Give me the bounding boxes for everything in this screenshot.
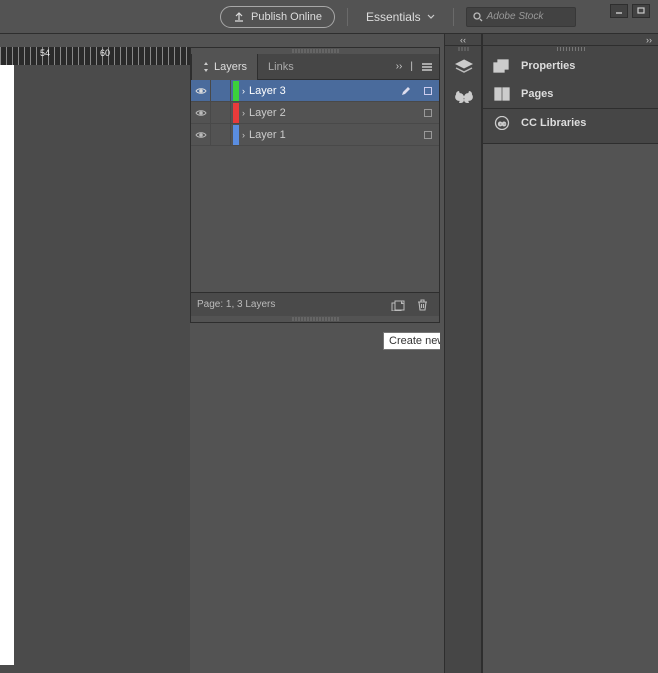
panel-label: Pages [521,88,553,100]
expand-panel-icon[interactable]: ›› [396,61,403,72]
lock-toggle[interactable] [211,124,231,145]
layers-panel: Layers Links ›› | › Layer 3 [190,47,440,323]
ruler-mark: 60 [100,48,110,58]
layer-color-chip [233,125,239,145]
dock-layers-button[interactable] [445,52,483,82]
maximize-button[interactable] [632,4,650,18]
ruler-ticks [0,47,190,65]
canvas-area[interactable] [0,65,190,673]
publish-label: Publish Online [251,11,322,23]
window-controls [610,4,650,18]
dock-collapse-toggle[interactable]: ‹‹ [445,34,481,46]
expand-toggle[interactable]: › [242,86,245,96]
panel-menu-icon[interactable] [421,62,433,72]
minimize-button[interactable] [610,4,628,18]
right-dock-collapse[interactable]: ›› [483,34,658,46]
expand-toggle[interactable]: › [242,130,245,140]
eye-icon [195,109,207,117]
selection-indicator[interactable] [417,109,439,117]
workspace-switcher[interactable]: Essentials [360,10,441,24]
selection-indicator[interactable] [417,87,439,95]
panel-label: CC Libraries [521,117,586,129]
chevron-down-icon [427,14,435,20]
top-menu-bar: Publish Online Essentials Adobe Stock [0,0,658,34]
visibility-toggle[interactable] [191,124,211,145]
layer-row[interactable]: › Layer 3 [191,80,439,102]
delete-layer-button[interactable] [411,296,433,314]
panel-item-properties[interactable]: Properties [483,52,658,80]
link-icon [455,91,473,103]
svg-text:cc: cc [498,121,506,128]
trash-icon [417,299,428,311]
panel-grip[interactable] [555,47,586,51]
layer-name[interactable]: Layer 2 [249,107,395,119]
panel-tab-bar: Layers Links ›› | [191,54,439,80]
upload-icon [233,11,245,23]
layers-icon [455,59,473,75]
search-placeholder: Adobe Stock [487,11,544,22]
layer-color-chip [233,103,239,123]
tab-label: Links [268,61,294,73]
layer-name[interactable]: Layer 3 [249,85,395,97]
panel-item-cc-libraries[interactable]: cc CC Libraries [483,109,658,137]
divider [453,8,454,26]
panel-grip[interactable] [457,47,469,51]
cc-libraries-icon: cc [493,116,511,130]
visibility-toggle[interactable] [191,80,211,101]
pages-icon [493,87,511,101]
right-panel-dock: ›› Properties Pages cc CC Libraries [482,34,658,144]
new-page-icon [391,299,405,311]
document-page[interactable] [0,65,14,665]
search-icon [473,12,483,22]
dock-links-button[interactable] [445,82,483,112]
tab-links[interactable]: Links [258,54,304,80]
right-dock-fill [482,144,658,673]
new-layer-button[interactable] [387,296,409,314]
lock-toggle[interactable] [211,80,231,101]
panel-tab-controls: ›› | [396,61,439,72]
panel-item-pages[interactable]: Pages [483,80,658,108]
expand-toggle[interactable]: › [242,108,245,118]
horizontal-ruler: 54 60 [0,47,190,65]
panel-grip[interactable] [291,317,339,321]
adobe-stock-search[interactable]: Adobe Stock [466,7,576,27]
panel-label: Properties [521,60,575,72]
layer-list: › Layer 3 › Layer 2 › Layer 1 [191,80,439,292]
divider [347,8,348,26]
layer-row[interactable]: › Layer 2 [191,102,439,124]
tab-layers[interactable]: Layers [191,54,258,80]
publish-online-button[interactable]: Publish Online [220,6,335,28]
layer-name[interactable]: Layer 1 [249,129,395,141]
panel-grip[interactable] [291,49,339,53]
tab-label: Layers [214,61,247,73]
selection-indicator[interactable] [417,131,439,139]
eye-icon [195,87,207,95]
layer-row[interactable]: › Layer 1 [191,124,439,146]
edit-indicator [395,86,417,96]
visibility-toggle[interactable] [191,102,211,123]
eye-icon [195,131,207,139]
layers-status-text: Page: 1, 3 Layers [197,299,385,310]
layers-panel-footer: Page: 1, 3 Layers [191,292,439,316]
lock-toggle[interactable] [211,102,231,123]
properties-icon [493,59,511,73]
ruler-mark: 54 [40,48,50,58]
workspace-label: Essentials [366,10,421,24]
sort-icon [202,62,210,72]
dock-strip: ‹‹ [444,34,482,673]
pen-icon [401,86,411,96]
divider: | [410,61,413,72]
layer-color-chip [233,81,239,101]
